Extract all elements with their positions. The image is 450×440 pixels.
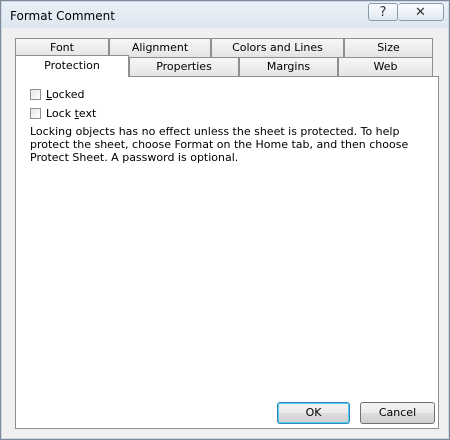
tab-font-label: Font [50,41,74,54]
tab-web-label: Web [373,60,398,73]
protection-panel: Locked Lock text Locking objects has no … [15,76,439,429]
dialog-body: Font Alignment Colors and Lines Size Pro… [9,35,439,429]
locked-checkbox-row[interactable]: Locked [30,88,84,101]
help-icon: ? [379,4,387,20]
tab-margins-label: Margins [266,60,311,73]
close-button[interactable]: ✕ [398,3,444,21]
tab-properties[interactable]: Properties [129,57,239,76]
format-comment-dialog: Format Comment ? ✕ Font Alignment Colors… [0,0,450,440]
help-button[interactable]: ? [368,3,398,21]
tab-size[interactable]: Size [344,38,433,57]
dialog-title: Format Comment [10,9,115,23]
tab-margins[interactable]: Margins [239,57,338,76]
tab-properties-label: Properties [156,60,212,73]
lock-text-checkbox-row[interactable]: Lock text [30,107,96,120]
protection-note: Locking objects has no effect unless the… [30,125,409,164]
tab-size-label: Size [377,41,400,54]
title-bar[interactable]: Format Comment ? ✕ [2,2,448,28]
tab-protection-label: Protection [44,59,100,72]
tab-web[interactable]: Web [338,57,433,76]
locked-checkbox[interactable] [30,89,41,100]
tab-alignment-label: Alignment [131,41,189,54]
close-icon: ✕ [415,4,426,20]
lock-text-access-key: t [74,107,79,120]
tab-colors-and-lines-label: Colors and Lines [232,41,323,54]
tab-colors-and-lines[interactable]: Colors and Lines [211,38,344,57]
lock-text-label: Lock text [46,107,97,120]
lock-text-checkbox[interactable] [30,108,41,119]
locked-access-key: L [46,88,52,101]
locked-label: Locked [46,88,85,101]
ok-button[interactable]: OK [277,402,350,424]
tab-protection[interactable]: Protection [15,55,129,77]
cancel-button[interactable]: Cancel [360,402,435,424]
